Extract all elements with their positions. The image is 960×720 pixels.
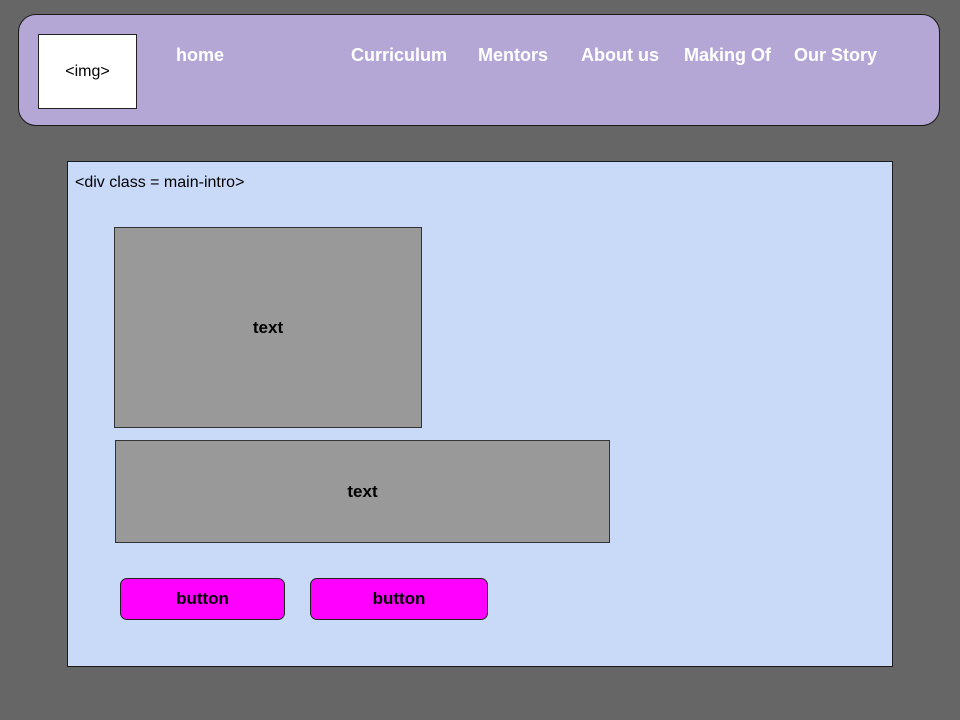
- main-intro-section: <div class = main-intro> text text butto…: [67, 161, 893, 667]
- nav-item-mentors[interactable]: Mentors: [478, 44, 548, 66]
- logo-placeholder-label: <img>: [65, 62, 110, 80]
- site-header: <img> home Curriculum Mentors About us M…: [18, 14, 940, 126]
- intro-text-box-large: text: [114, 227, 422, 428]
- nav-item-making-of[interactable]: Making Of: [684, 44, 771, 66]
- logo-image-placeholder[interactable]: <img>: [38, 34, 137, 109]
- intro-text-box-wide: text: [115, 440, 610, 543]
- nav-item-curriculum[interactable]: Curriculum: [351, 44, 447, 66]
- nav-item-about-us[interactable]: About us: [581, 44, 659, 66]
- primary-button[interactable]: button: [120, 578, 285, 620]
- nav-item-home[interactable]: home: [176, 44, 224, 66]
- intro-text-large: text: [252, 317, 284, 337]
- nav-item-our-story[interactable]: Our Story: [794, 44, 877, 66]
- main-intro-label: <div class = main-intro>: [75, 174, 245, 191]
- secondary-button[interactable]: button: [310, 578, 488, 620]
- intro-text-wide: text: [347, 481, 378, 501]
